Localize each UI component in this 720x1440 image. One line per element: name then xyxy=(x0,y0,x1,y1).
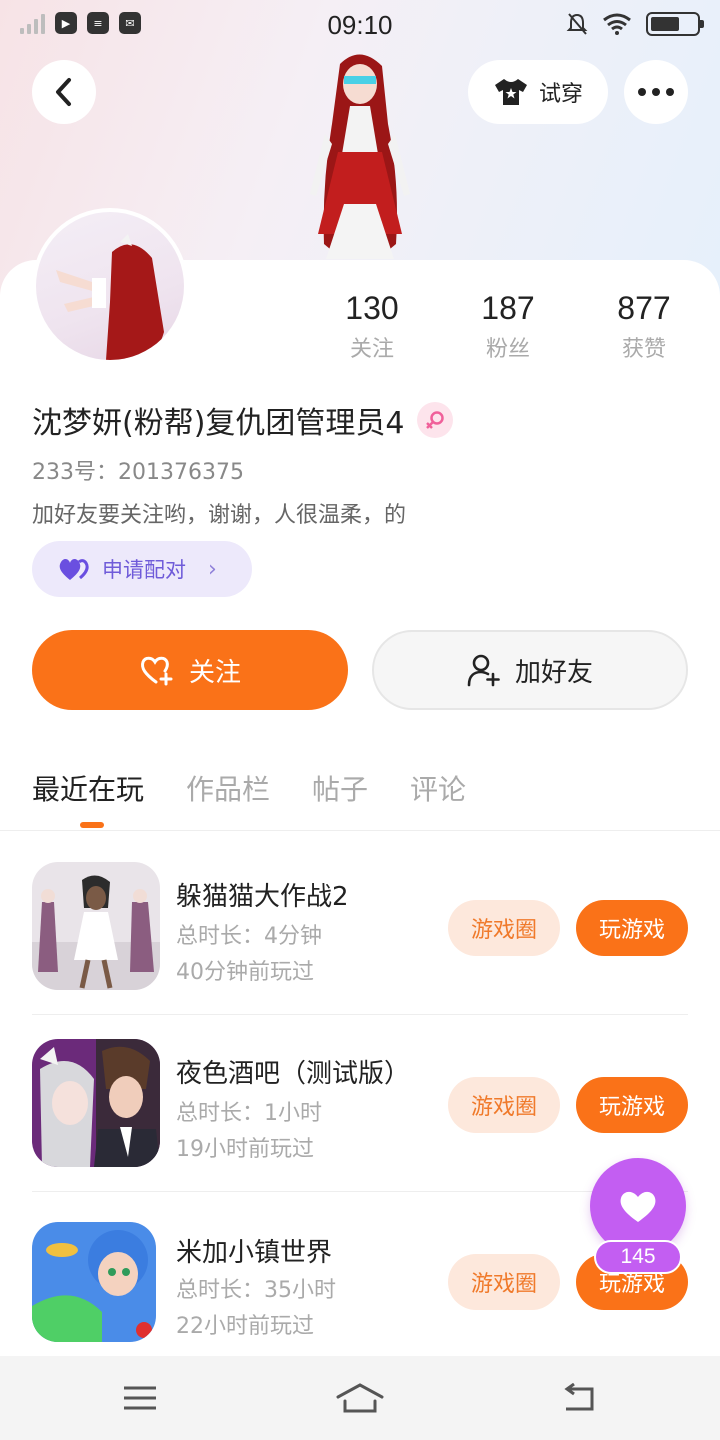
heart-plus-icon xyxy=(141,656,173,686)
game-last-played: 40分钟前玩过 xyxy=(176,960,314,985)
game-circle-button[interactable]: 游戏圈 xyxy=(448,1077,560,1133)
try-on-label: 试穿 xyxy=(538,82,583,107)
tab-works[interactable]: 作品栏 xyxy=(186,768,270,808)
follow-button[interactable]: 关注 xyxy=(32,630,348,710)
like-count-badge: 145 xyxy=(594,1240,682,1274)
following-count: 130 xyxy=(345,290,399,326)
home-nav-button[interactable] xyxy=(330,1376,390,1420)
tshirt-icon xyxy=(494,79,527,105)
add-person-icon xyxy=(467,654,500,687)
game-row[interactable]: 躲猫猫大作战2 总时长：4分钟 40分钟前玩过 游戏圈 玩游戏 xyxy=(32,838,688,1015)
game-duration: 总时长：35小时 xyxy=(176,1278,336,1303)
home-icon xyxy=(336,1383,384,1413)
back-button[interactable] xyxy=(32,60,96,124)
try-on-button[interactable]: 试穿 xyxy=(468,60,608,124)
likes-count: 877 xyxy=(617,290,671,326)
game-row[interactable]: 米加小镇世界 总时长：35小时 22小时前玩过 游戏圈 玩游戏 xyxy=(32,1192,688,1369)
female-gender-icon xyxy=(416,402,453,438)
avatar-character-image xyxy=(56,234,164,360)
back-arrow-icon xyxy=(56,78,71,106)
add-friend-label: 加好友 xyxy=(514,657,593,688)
pair-hearts-icon xyxy=(59,559,89,580)
avatar-image xyxy=(36,212,184,360)
following-label: 关注 xyxy=(349,337,394,362)
game-icon-miga-town[interactable] xyxy=(32,1222,156,1342)
stat-likes[interactable]: 877 获赞 xyxy=(584,290,704,363)
back-nav-button[interactable] xyxy=(550,1376,610,1420)
followers-label: 粉丝 xyxy=(485,337,530,362)
heart-icon xyxy=(620,1191,656,1222)
apply-pair-button[interactable]: 申请配对 › xyxy=(32,541,252,597)
stat-following[interactable]: 130 关注 xyxy=(312,290,432,363)
game-row[interactable]: 夜色酒吧（测试版） 总时长：1小时 19小时前玩过 游戏圈 玩游戏 xyxy=(32,1015,688,1192)
tab-comments[interactable]: 评论 xyxy=(410,768,466,808)
chevron-right-icon: › xyxy=(208,556,217,582)
user-bio: 加好友要关注哟，谢谢，人很温柔，的 xyxy=(32,503,407,528)
followers-count: 187 xyxy=(481,290,535,326)
game-icon-night-bar[interactable] xyxy=(32,1039,160,1167)
game-name: 夜色酒吧（测试版） xyxy=(176,1059,411,1089)
game-last-played: 19小时前玩过 xyxy=(176,1137,314,1162)
game-duration: 总时长：1小时 xyxy=(176,1101,322,1126)
likes-label: 获赞 xyxy=(621,337,666,362)
mute-icon xyxy=(566,13,588,35)
avatar[interactable] xyxy=(32,208,188,364)
battery-icon xyxy=(646,12,704,36)
tabs-divider xyxy=(0,830,720,831)
game-name: 躲猫猫大作战2 xyxy=(176,882,349,912)
follow-label: 关注 xyxy=(188,657,241,688)
profile-tabs: 最近在玩 作品栏 帖子 评论 xyxy=(32,768,466,828)
status-bar: ▶ ≡ ✉ 09:10 xyxy=(0,0,720,50)
apply-pair-label: 申请配对 xyxy=(102,558,186,582)
play-game-button[interactable]: 玩游戏 xyxy=(576,900,688,956)
tab-posts[interactable]: 帖子 xyxy=(312,768,368,808)
menu-nav-button[interactable] xyxy=(110,1376,170,1420)
system-nav-bar xyxy=(0,1356,720,1440)
username: 沈梦妍(粉帮)复仇团管理员4 xyxy=(32,406,405,441)
game-circle-button[interactable]: 游戏圈 xyxy=(448,1254,560,1310)
add-friend-button[interactable]: 加好友 xyxy=(372,630,688,710)
game-icon-hide-and-seek[interactable] xyxy=(32,862,160,990)
game-circle-button[interactable]: 游戏圈 xyxy=(448,900,560,956)
game-duration: 总时长：4分钟 xyxy=(176,924,322,949)
tab-recent-play[interactable]: 最近在玩 xyxy=(32,768,144,828)
game-last-played: 22小时前玩过 xyxy=(176,1314,314,1339)
play-game-button[interactable]: 玩游戏 xyxy=(576,1077,688,1133)
status-right-icons xyxy=(566,12,704,36)
wifi-icon xyxy=(603,13,631,35)
username-row: 沈梦妍(粉帮)复仇团管理员4 xyxy=(32,398,453,442)
3d-avatar-figure xyxy=(310,54,410,259)
return-icon xyxy=(564,1383,594,1411)
more-dots-icon xyxy=(638,88,674,96)
user-id: 233号：201376375 xyxy=(32,460,244,485)
stat-followers[interactable]: 187 粉丝 xyxy=(448,290,568,363)
game-name: 米加小镇世界 xyxy=(176,1238,333,1268)
menu-icon xyxy=(124,1386,156,1410)
more-options-button[interactable] xyxy=(624,60,688,124)
